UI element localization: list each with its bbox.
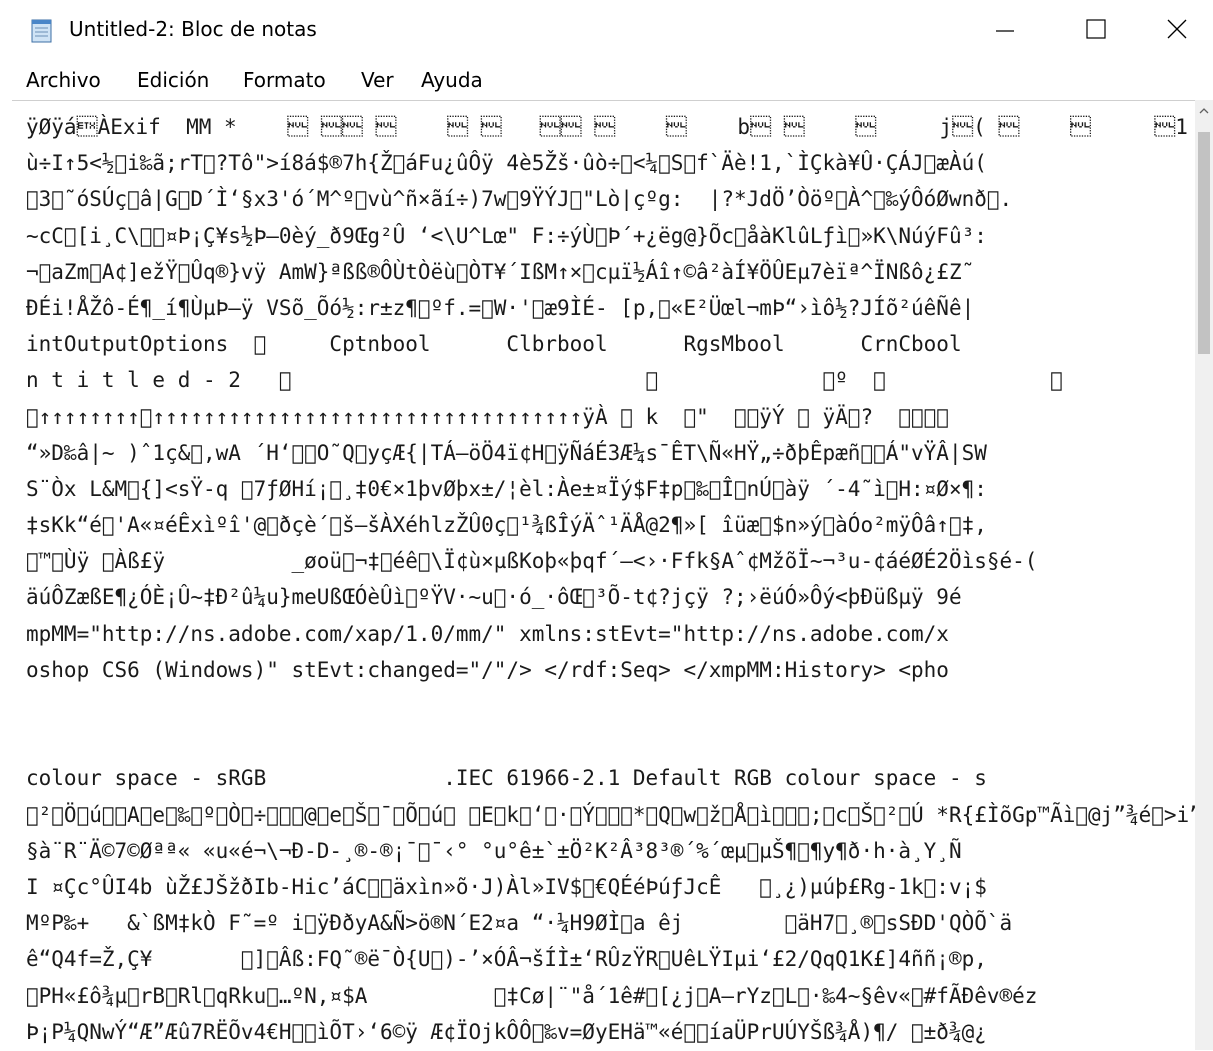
- document-line: S¨Òx L&M {]<sŸ-q  7ƒØHí¡ ¸‡0€×1þvØþx±/¦è…: [26, 476, 987, 501]
- title-bar: Untitled-2: Bloc de notas: [0, 0, 1213, 58]
- document-line: ¬ aZm A¢]ežŸ Ûq®}vÿ AmW}ªßß®ÔÙtÒëù ÒT¥´I…: [26, 259, 975, 284]
- menu-ayuda[interactable]: Ayuda: [421, 68, 483, 92]
- document-line:  ™ Ùÿ  Àß£ÿ _øoü ¬‡ éê \Ï¢ù×µßKoþ«þqf´–<…: [26, 549, 1038, 574]
- close-icon: [1167, 19, 1186, 39]
- window-title: Untitled-2: Bloc de notas: [69, 17, 317, 41]
- document-line: Þ¡P¼QNwÝ“Æ”Æû7RËÕv4€H  ìÕT›‘6©ÿ Æ¢ÏOjkÔÔ…: [26, 1019, 987, 1044]
- document-line: ê“Q4f=Ž,Ç¥  ] Âß:FQ˜®ë¯Ò{U )-’×ÓÂ¬šÍÌ±‘R…: [26, 947, 987, 972]
- document-line: §à¨R¨Ä©7©Øªª« «u«é¬\¬Ð-D-¸®-®¡¯ ¯‹° °u°ê…: [26, 838, 962, 863]
- vertical-scrollbar[interactable]: [1195, 100, 1213, 1050]
- minimize-button[interactable]: [965, 0, 1045, 58]
- menu-edicion[interactable]: Edición: [137, 68, 209, 92]
- document-line: ÿØÿáÀExif MM *                   b     …: [26, 115, 1188, 139]
- maximize-button[interactable]: [1056, 0, 1136, 58]
- document-line: ÐÉi!ÅŽô-É¶_í¶ÙµÞ–ÿ VSõ_Õó½:r±z¶ ºf.= W·'…: [26, 295, 975, 320]
- document-line: I ¤Çc°ÛI4b ùŽ£JŠžðIb-Hic’áC  äxìn»õ·J)Àl…: [26, 874, 987, 899]
- document-line: ‡sKk“é 'A«¤éÊxìºî'@ ðçè´ š–šÀXéhlzŽÛ0ç ¹…: [26, 513, 987, 538]
- minimize-icon: [996, 30, 1014, 32]
- menu-ver[interactable]: Ver: [361, 68, 394, 92]
- menu-archivo[interactable]: Archivo: [26, 68, 101, 92]
- maximize-icon: [1086, 19, 1106, 39]
- menu-bar: Archivo Edición Formato Ver Ayuda: [0, 58, 1213, 100]
- document-line:  ↑↑↑↑↑↑↑↑ ↑↑↑↑↑↑↑↑↑↑↑↑↑↑↑↑↑↑↑↑↑↑↑↑↑↑↑↑↑↑…: [26, 404, 949, 429]
- document-line: ù÷I↑5<½ i‰ã;rT ?Tô">í8á$®7h{Ž áFu¿ûÔÿ 4è…: [26, 151, 987, 176]
- document-line: ~cC [i¸C\  ¤Þ¡Ç¥s½Þ–0èý_ð9Œg²Û ‘<\U^Lœ" …: [26, 223, 987, 248]
- document-line: MºP‰+ &`ßM‡kÒ F˜=º i ÿÐðyA&Ñ>ö®N´E2¤a “·…: [26, 911, 1013, 936]
- text-editor[interactable]: ÿØÿáÀExif MM *                   b     …: [12, 100, 1195, 1051]
- document-line: “»D‰â|~ )ˆ1ç& ,wA ´H‘  O˜Q yçÆ{|TÁ–öÖ4ï¢…: [26, 440, 987, 465]
- scroll-thumb[interactable]: [1198, 132, 1210, 354]
- document-text[interactable]: ÿØÿáÀExif MM *                   b     …: [26, 109, 1195, 1049]
- document-line: colour space - sRGB .IEC 61966-2.1 Defau…: [26, 766, 987, 791]
- menu-formato[interactable]: Formato: [243, 68, 326, 92]
- document-line: äúÔZæßE¶¿ÓÈ¡Û~‡Ð²û¼u}meUßŒÓèÛì ºŸV·~u ·ó…: [26, 585, 962, 610]
- document-line: n t i t l e d - 2      º    : [26, 368, 1063, 393]
- document-line:  PH«£ô¾µ rB Rl qRku …ºN,¤$A  ‡Cø|¨"å´1ê#…: [26, 983, 1038, 1008]
- chevron-up-icon: [1199, 108, 1209, 114]
- document-line: oshop CS6 (Windows)" stEvt:changed="/"/>…: [26, 657, 949, 682]
- scroll-up-button[interactable]: [1195, 100, 1213, 122]
- document-line:  ² Ö ú  A e ‰ º Ò ÷   @ e Š ¯ Õ ú   E k …: [26, 802, 1195, 827]
- document-line:  3 ˜óSÚç â|G D´Ì‘§x3'ó´M^º vù^ñ×ãí÷)7w 9…: [26, 187, 1013, 212]
- document-line: intOutputOptions   Cptnbool Clbrbool Rgs…: [26, 332, 962, 357]
- document-line: mpMM="http://ns.adobe.com/xap/1.0/mm/" x…: [26, 621, 949, 646]
- close-button[interactable]: [1140, 0, 1213, 58]
- notepad-icon: [31, 19, 52, 43]
